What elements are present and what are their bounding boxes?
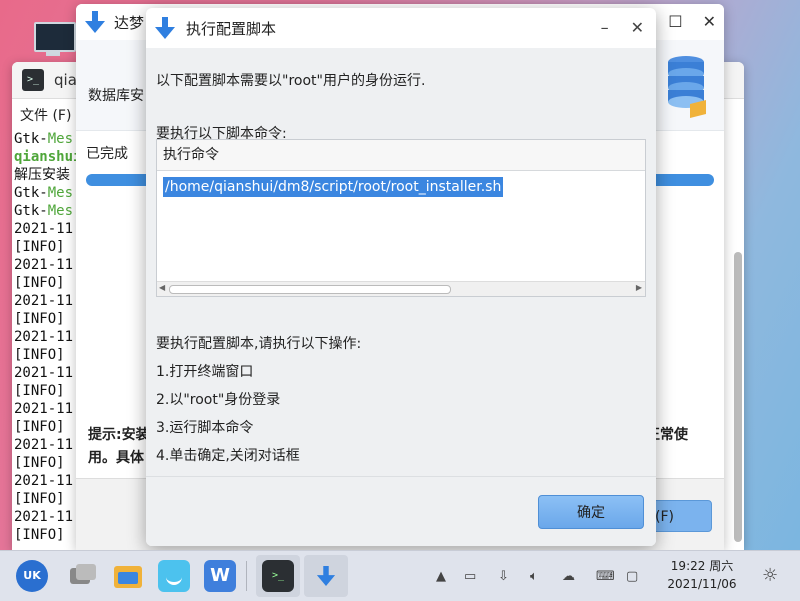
clock-time: 19:22 周六: [670, 559, 734, 573]
tray-expand-icon[interactable]: ▲: [436, 569, 446, 584]
steps-title: 要执行配置脚本,请执行以下操作:: [156, 336, 362, 352]
terminal-line-text: [INFO]: [14, 527, 65, 543]
keyboard-icon[interactable]: ⌨: [596, 569, 615, 584]
scroll-right-icon[interactable]: ▶: [636, 283, 642, 292]
cloud-icon[interactable]: ☁: [562, 569, 575, 584]
database-icon: [668, 56, 706, 118]
terminal-line-text: 2021-11: [14, 293, 74, 309]
taskbar: UK W >_ ▲ ▭ ⇩ 🔈︎ ☁ ⌨ ▢ 19:22 周六 2021/11/…: [0, 550, 800, 601]
command-table-header: 执行命令: [157, 140, 645, 171]
terminal-line-text: [INFO]: [14, 311, 65, 327]
terminal-line-text: [INFO]: [14, 419, 65, 435]
scrollbar-thumb[interactable]: [169, 285, 451, 294]
terminal-line-text: 2021-11: [14, 329, 74, 345]
terminal-line-text: 2021-11: [14, 365, 74, 381]
dialog-titlebar: 执行配置脚本: [146, 8, 656, 48]
steps-section: 要执行配置脚本,请执行以下操作: 1.打开终端窗口 2.以"root"身份登录 …: [156, 330, 361, 470]
terminal-line-text: Gtk-: [14, 203, 48, 219]
step-item: 1.打开终端窗口: [156, 364, 254, 380]
command-row-selected[interactable]: /home/qianshui/dm8/script/root/root_inst…: [163, 177, 504, 197]
network-icon[interactable]: ▭: [464, 569, 476, 584]
ok-button[interactable]: 确定: [538, 495, 644, 529]
night-mode-icon[interactable]: ☼: [762, 565, 778, 586]
start-menu-icon[interactable]: UK: [16, 560, 48, 592]
terminal-line-highlight: Mes: [47, 185, 74, 201]
terminal-line-text: 2021-11: [14, 509, 74, 525]
download-arrow-icon: [316, 566, 336, 586]
monitor-screen: [34, 22, 76, 52]
computer-desktop-icon[interactable]: [30, 18, 76, 58]
scroll-left-icon[interactable]: ◀: [159, 283, 165, 292]
dialog-title: 执行配置脚本: [186, 19, 277, 38]
dialog-body: 以下配置脚本需要以"root"用户的身份运行. 要执行以下脚本命令: 执行命令 …: [146, 48, 656, 476]
window-switcher-icon[interactable]: [66, 560, 98, 592]
terminal-line-highlight: Mes: [47, 131, 74, 147]
clock-date: 2021/11/06: [667, 577, 737, 591]
menu-file[interactable]: 文件 (F): [20, 105, 71, 125]
terminal-line-text: [INFO]: [14, 239, 65, 255]
terminal-line-text: [INFO]: [14, 275, 65, 291]
terminal-line-text: Gtk-: [14, 131, 48, 147]
terminal-line-text: 2021-11: [14, 257, 74, 273]
terminal-line-text: 2021-11: [14, 437, 74, 453]
terminal-line-text: 2021-11: [14, 401, 74, 417]
dialog-footer: 确定: [146, 476, 656, 546]
wps-writer-icon[interactable]: W: [204, 560, 236, 592]
app-store-icon[interactable]: [158, 560, 190, 592]
monitor-stand: [46, 52, 60, 56]
step-item: 4.单击确定,关闭对话框: [156, 448, 300, 464]
terminal-line-text: Gtk-: [14, 185, 48, 201]
terminal-line-text: [INFO]: [14, 491, 65, 507]
terminal-line-text: [INFO]: [14, 455, 65, 471]
terminal-line-highlight: qianshui: [14, 149, 82, 165]
terminal-task[interactable]: >_: [256, 555, 300, 597]
installer-title: 达梦: [114, 13, 145, 32]
installer-progress-label: 已完成: [86, 146, 128, 162]
step-item: 3.运行脚本命令: [156, 420, 254, 436]
terminal-title: qia: [54, 71, 77, 89]
step-item: 2.以"root"身份登录: [156, 392, 281, 408]
terminal-line-text: 2021-11: [14, 473, 74, 489]
terminal-icon: >_: [262, 560, 294, 592]
terminal-line-text: [INFO]: [14, 347, 65, 363]
minimize-icon[interactable]: –: [601, 18, 609, 37]
usb-icon[interactable]: ⇩: [498, 569, 509, 584]
command-table: 执行命令 /home/qianshui/dm8/script/root/root…: [156, 139, 646, 297]
taskbar-divider: [246, 561, 247, 591]
terminal-scrollbar[interactable]: [734, 252, 742, 542]
terminal-line-text: 2021-11: [14, 221, 74, 237]
file-manager-icon[interactable]: [112, 560, 144, 592]
terminal-line-text: 解压安装: [14, 167, 70, 183]
installer-task[interactable]: [304, 555, 348, 597]
close-icon[interactable]: ✕: [703, 12, 716, 31]
terminal-line-text: [INFO]: [14, 383, 65, 399]
dialog-window-controls: – ✕: [601, 18, 644, 37]
notification-icon[interactable]: ▢: [626, 569, 638, 584]
clock[interactable]: 19:22 周六 2021/11/06: [662, 557, 742, 593]
terminal-icon: >_: [22, 69, 44, 91]
terminal-line-highlight: Mes: [47, 203, 74, 219]
horizontal-scrollbar[interactable]: ◀ ▶: [157, 281, 645, 296]
volume-icon[interactable]: 🔈︎: [530, 569, 538, 584]
close-icon[interactable]: ✕: [631, 18, 644, 37]
installer-db-label: 数据库安: [88, 88, 144, 104]
dialog-intro-text: 以下配置脚本需要以"root"用户的身份运行.: [156, 73, 426, 89]
download-arrow-icon: [155, 17, 175, 39]
download-arrow-icon: [85, 11, 105, 33]
config-script-dialog[interactable]: 执行配置脚本 – ✕ 以下配置脚本需要以"root"用户的身份运行. 要执行以下…: [146, 8, 656, 546]
maximize-icon[interactable]: ☐: [668, 12, 682, 31]
